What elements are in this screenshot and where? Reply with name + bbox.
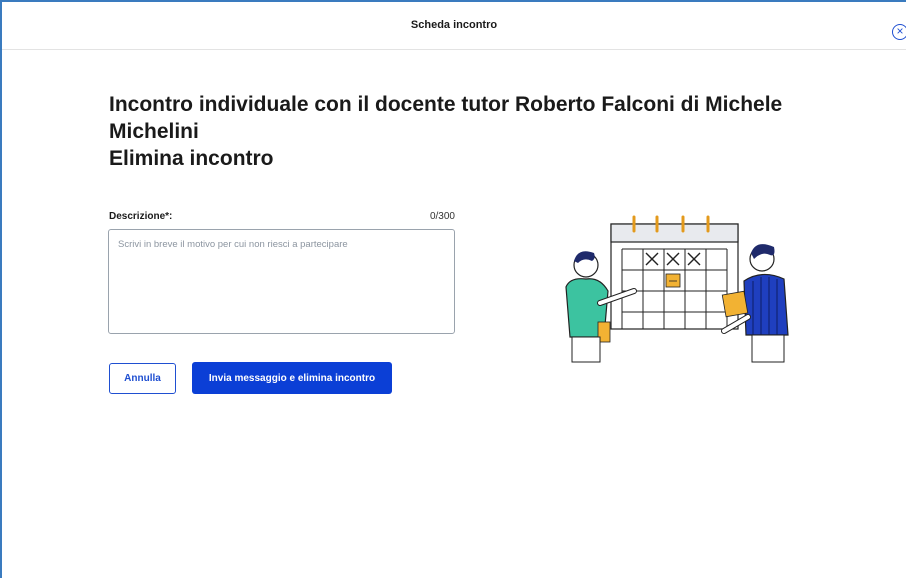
page-title: Incontro individuale con il docente tuto… bbox=[109, 91, 789, 172]
character-counter: 0/300 bbox=[429, 211, 455, 222]
modal-header: Scheda incontro × bbox=[2, 2, 906, 50]
description-textarea[interactable] bbox=[108, 229, 455, 334]
title-line-2: Elimina incontro bbox=[109, 147, 274, 170]
submit-delete-button[interactable]: Invia messaggio e elimina incontro bbox=[192, 362, 392, 394]
modal-title: Scheda incontro bbox=[410, 19, 498, 31]
close-icon[interactable]: × bbox=[892, 24, 906, 40]
title-line-1: Incontro individuale con il docente tuto… bbox=[109, 93, 783, 143]
calendar-meeting-illustration bbox=[565, 215, 789, 363]
description-label: Descrizione*: bbox=[109, 211, 173, 222]
cancel-button[interactable]: Annulla bbox=[109, 363, 176, 394]
calendar-icon bbox=[610, 215, 739, 330]
